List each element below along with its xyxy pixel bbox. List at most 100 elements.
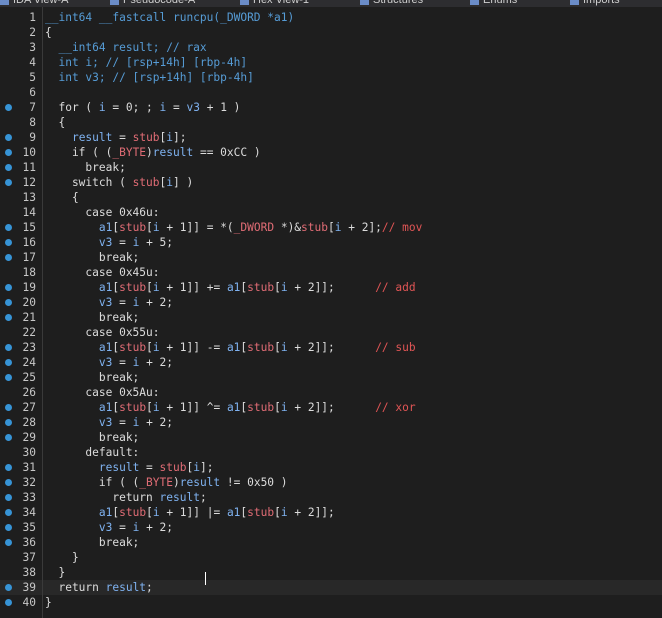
- breakpoint-dot-icon[interactable]: [5, 584, 12, 591]
- tab-2[interactable]: Hex View-1: [240, 0, 309, 7]
- code-line[interactable]: 28 v3 = i + 2;: [0, 415, 662, 430]
- code-text: switch ( stub[i] ): [45, 176, 194, 189]
- breakpoint-dot-icon[interactable]: [5, 479, 12, 486]
- code-line[interactable]: 40}: [0, 595, 662, 610]
- line-number: 36: [22, 536, 36, 549]
- code-line[interactable]: 33 return result;: [0, 490, 662, 505]
- breakpoint-dot-icon[interactable]: [5, 224, 12, 231]
- breakpoint-dot-icon[interactable]: [5, 524, 12, 531]
- code-text: a1[stub[i + 1]] = *(_DWORD *)&stub[i + 2…: [98, 221, 423, 234]
- code-text: if ( (_BYTE)result != 0x50 ): [45, 476, 288, 489]
- line-number: 40: [22, 596, 36, 609]
- line-number: 32: [22, 476, 36, 489]
- code-line[interactable]: 5 int v3; // [rsp+14h] [rbp-4h]: [0, 70, 662, 85]
- code-line[interactable]: 24 v3 = i + 2;: [0, 355, 662, 370]
- tab-0[interactable]: IDA View-A: [0, 0, 68, 7]
- breakpoint-dot-icon[interactable]: [5, 539, 12, 546]
- code-line[interactable]: 38 }: [0, 565, 662, 580]
- code-line[interactable]: 6: [0, 85, 662, 100]
- breakpoint-dot-icon[interactable]: [5, 104, 12, 111]
- breakpoint-dot-icon[interactable]: [5, 314, 12, 321]
- code-line[interactable]: 23 a1[stub[i + 1]] -= a1[stub[i + 2]]; /…: [0, 340, 662, 355]
- tab-3[interactable]: Structures: [360, 0, 423, 7]
- breakpoint-dot-icon[interactable]: [5, 494, 12, 501]
- code-line[interactable]: 39 return result;: [0, 580, 662, 595]
- code-line[interactable]: 17 break;: [0, 250, 662, 265]
- tab-5[interactable]: Imports: [570, 0, 620, 7]
- code-line[interactable]: 30 default:: [0, 445, 662, 460]
- code-line[interactable]: 1 __int64 __fastcall runcpu(_DWORD *a1): [0, 10, 662, 25]
- code-text: int i; // [rsp+14h] [rbp-4h]: [45, 56, 248, 69]
- line-number: 20: [22, 296, 36, 309]
- code-text: v3 = i + 2;: [98, 356, 174, 369]
- line-number: 2: [29, 26, 36, 39]
- code-text: break;: [45, 431, 140, 444]
- breakpoint-dot-icon[interactable]: [5, 599, 12, 606]
- code-text: result = stub[i];: [71, 131, 187, 144]
- code-line[interactable]: 4 int i; // [rsp+14h] [rbp-4h]: [0, 55, 662, 70]
- code-line[interactable]: 32 if ( (_BYTE)result != 0x50 ): [0, 475, 662, 490]
- line-number: 31: [22, 461, 36, 474]
- breakpoint-dot-icon[interactable]: [5, 284, 12, 291]
- breakpoint-dot-icon[interactable]: [5, 509, 12, 516]
- code-line[interactable]: 7 for ( i = 0; ; i = v3 + 1 ): [0, 100, 662, 115]
- line-number: 3: [29, 41, 36, 54]
- code-line[interactable]: 10 if ( (_BYTE)result == 0xCC ): [0, 145, 662, 160]
- code-line[interactable]: 22 case 0x55u:: [0, 325, 662, 340]
- code-line[interactable]: 15 a1[stub[i + 1]] = *(_DWORD *)&stub[i …: [0, 220, 662, 235]
- line-number: 15: [22, 221, 36, 234]
- code-line[interactable]: 26 case 0x5Au:: [0, 385, 662, 400]
- code-line[interactable]: 12 switch ( stub[i] ): [0, 175, 662, 190]
- code-line[interactable]: 11 break;: [0, 160, 662, 175]
- line-number: 13: [22, 191, 36, 204]
- pseudocode-editor[interactable]: 1 __int64 __fastcall runcpu(_DWORD *a1) 2{…: [0, 7, 662, 618]
- breakpoint-dot-icon[interactable]: [5, 299, 12, 306]
- line-number: 22: [22, 326, 36, 339]
- code-text: {: [45, 26, 52, 39]
- code-line[interactable]: 29 break;: [0, 430, 662, 445]
- breakpoint-dot-icon[interactable]: [5, 164, 12, 171]
- code-text: }: [45, 566, 66, 579]
- code-line[interactable]: 35 v3 = i + 2;: [0, 520, 662, 535]
- code-line[interactable]: 36 break;: [0, 535, 662, 550]
- line-number: 34: [22, 506, 36, 519]
- line-number: 27: [22, 401, 36, 414]
- code-line[interactable]: 27 a1[stub[i + 1]] ^= a1[stub[i + 2]]; /…: [0, 400, 662, 415]
- code-line[interactable]: 34 a1[stub[i + 1]] |= a1[stub[i + 2]];: [0, 505, 662, 520]
- breakpoint-dot-icon[interactable]: [5, 254, 12, 261]
- tab-1[interactable]: Pseudocode-A: [110, 0, 195, 7]
- code-line[interactable]: 19 a1[stub[i + 1]] += a1[stub[i + 2]]; /…: [0, 280, 662, 295]
- breakpoint-dot-icon[interactable]: [5, 359, 12, 366]
- code-line[interactable]: 9 result = stub[i];: [0, 130, 662, 145]
- breakpoint-dot-icon[interactable]: [5, 179, 12, 186]
- code-line[interactable]: 3 __int64 result; // rax: [0, 40, 662, 55]
- code-text: break;: [45, 311, 140, 324]
- code-line[interactable]: 18 case 0x45u:: [0, 265, 662, 280]
- code-text: break;: [45, 536, 140, 549]
- code-line[interactable]: 13 {: [0, 190, 662, 205]
- breakpoint-dot-icon[interactable]: [5, 419, 12, 426]
- code-line[interactable]: 31 result = stub[i];: [0, 460, 662, 475]
- breakpoint-dot-icon[interactable]: [5, 374, 12, 381]
- code-line[interactable]: 14 case 0x46u:: [0, 205, 662, 220]
- code-line[interactable]: 16 v3 = i + 5;: [0, 235, 662, 250]
- code-text: for ( i = 0; ; i = v3 + 1 ): [45, 101, 241, 114]
- breakpoint-dot-icon[interactable]: [5, 344, 12, 351]
- breakpoint-dot-icon[interactable]: [5, 134, 12, 141]
- tab-icon: [0, 0, 9, 5]
- breakpoint-dot-icon[interactable]: [5, 464, 12, 471]
- breakpoint-dot-icon[interactable]: [5, 149, 12, 156]
- line-number: 14: [22, 206, 36, 219]
- breakpoint-dot-icon[interactable]: [5, 239, 12, 246]
- tab-4[interactable]: Enums: [470, 0, 517, 7]
- code-line[interactable]: 37 }: [0, 550, 662, 565]
- code-line[interactable]: 21 break;: [0, 310, 662, 325]
- breakpoint-dot-icon[interactable]: [5, 404, 12, 411]
- code-line[interactable]: 20 v3 = i + 2;: [0, 295, 662, 310]
- code-line[interactable]: 2{: [0, 25, 662, 40]
- code-line[interactable]: 8 {: [0, 115, 662, 130]
- tab-icon: [570, 0, 579, 5]
- line-number: 39: [22, 581, 36, 594]
- breakpoint-dot-icon[interactable]: [5, 434, 12, 441]
- code-line[interactable]: 25 break;: [0, 370, 662, 385]
